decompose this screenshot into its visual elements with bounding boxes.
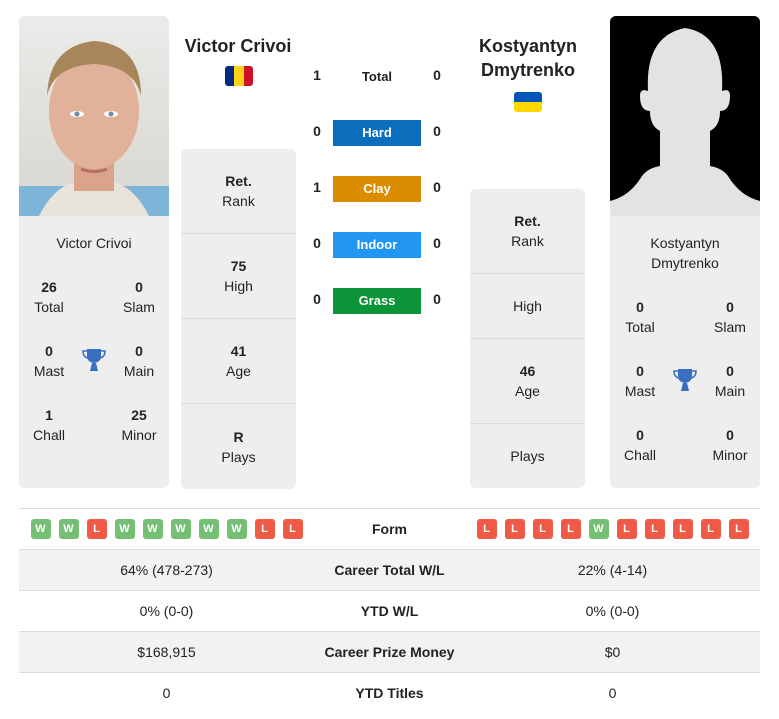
ukraine-flag-icon (514, 92, 542, 112)
player1-high: 75 High (181, 234, 296, 319)
player1-titles-mast: 0 Mast (33, 343, 65, 379)
player2-form-badge-loss[interactable]: L (560, 519, 581, 539)
player1-form-badge-loss[interactable]: L (254, 519, 275, 539)
player1-card: Victor Crivoi 26 Total 0 Slam 0 Mast 0 M… (19, 16, 169, 488)
player2-form-badge-loss[interactable]: L (644, 519, 665, 539)
player1-name-link[interactable]: Victor Crivoi (178, 34, 298, 58)
player2-form-badge-win[interactable]: W (588, 519, 609, 539)
player2-titles-minor: 0 Minor (712, 427, 748, 463)
player2-rank: Ret. Rank (470, 189, 585, 274)
table-row: 0 YTD Titles 0 (19, 672, 760, 713)
player1-titles-main: 0 Main (123, 343, 155, 379)
h2h-total-label: Total (361, 69, 393, 84)
player1-value: $168,915 (137, 644, 196, 660)
player2-titles-chall: 0 Chall (624, 427, 656, 463)
player2-info-card: Ret. Rank High 46 Age Plays (470, 189, 585, 488)
player1-form-badge-win[interactable]: W (170, 519, 191, 539)
h2h-total-p2: 0 (433, 67, 441, 83)
player2-value: 22% (4-14) (577, 562, 648, 578)
player2-titles-total: 0 Total (625, 299, 655, 335)
player2-titles-mast: 0 Mast (624, 363, 656, 399)
table-row: 64% (478-273) Career Total W/L 22% (4-14… (19, 549, 760, 590)
player2-age: 46 Age (470, 339, 585, 424)
player1-form-badge-win[interactable]: W (114, 519, 135, 539)
player2-name-link[interactable]: Kostyantyn Dmytrenko (463, 34, 593, 82)
player2-photo[interactable] (610, 16, 760, 216)
player2-value: 0 (608, 685, 617, 701)
player1-form: WWLWWWWWLL (19, 519, 314, 539)
avatar-silhouette-icon (610, 28, 760, 216)
player1-form-badge-loss[interactable]: L (282, 519, 303, 539)
player2-titles-slam: 0 Slam (714, 299, 746, 335)
player1-titles-total: 26 Total (34, 279, 64, 315)
player1-titles-chall: 1 Chall (33, 407, 65, 443)
romania-flag-icon (225, 66, 253, 86)
player1-value: 64% (478-273) (120, 562, 213, 578)
h2h-hard-p2: 0 (433, 123, 441, 139)
player2-high: High (470, 274, 585, 339)
player1-form-badge-loss[interactable]: L (86, 519, 107, 539)
player1-value: 0% (0-0) (139, 603, 194, 619)
player2-form-badge-loss[interactable]: L (616, 519, 637, 539)
row-label: Career Prize Money (324, 644, 455, 660)
player2-titles-main: 0 Main (714, 363, 746, 399)
h2h-clay-p2: 0 (433, 179, 441, 195)
player1-age: 41 Age (181, 319, 296, 404)
surface-clay-button[interactable]: Clay (333, 176, 421, 202)
player2-form-badge-loss[interactable]: L (476, 519, 497, 539)
h2h-clay-p1: 1 (313, 179, 321, 195)
h2h-grass-p1: 0 (313, 291, 321, 307)
player1-titles-minor: 25 Minor (121, 407, 157, 443)
row-label: YTD W/L (360, 603, 419, 619)
table-row: 0% (0-0) YTD W/L 0% (0-0) (19, 590, 760, 631)
h2h-indoor-p2: 0 (433, 235, 441, 251)
h2h-total-p1: 1 (313, 67, 321, 83)
player2-form-badge-loss[interactable]: L (504, 519, 525, 539)
row-label: Career Total W/L (334, 562, 445, 578)
player1-form-badge-win[interactable]: W (226, 519, 247, 539)
player2-card: Kostyantyn Dmytrenko 0 Total 0 Slam 0 Ma… (610, 16, 760, 488)
form-label: Form (372, 521, 407, 537)
h2h-indoor-p1: 0 (313, 235, 321, 251)
player1-rank: Ret. Rank (181, 149, 296, 234)
surface-hard-button[interactable]: Hard (333, 120, 421, 146)
player2-value: 0% (0-0) (585, 603, 640, 619)
player2-card-name: Kostyantyn Dmytrenko (650, 235, 720, 271)
table-row: $168,915 Career Prize Money $0 (19, 631, 760, 672)
player2-form-badge-loss[interactable]: L (700, 519, 721, 539)
player1-titles-slam: 0 Slam (123, 279, 155, 315)
player1-info-card: Ret. Rank 75 High 41 Age R Plays (181, 149, 296, 489)
player1-form-badge-win[interactable]: W (142, 519, 163, 539)
player1-portrait-icon (19, 41, 169, 216)
player1-photo[interactable] (19, 16, 169, 216)
player1-card-name: Victor Crivoi (56, 235, 132, 251)
row-label: YTD Titles (355, 685, 424, 701)
player2-plays: Plays (510, 448, 545, 464)
player2-form-badge-loss[interactable]: L (532, 519, 553, 539)
player1-form-badge-win[interactable]: W (30, 519, 51, 539)
player2-form-badge-loss[interactable]: L (728, 519, 749, 539)
player2-value: $0 (604, 644, 621, 660)
h2h-hard-p1: 0 (313, 123, 321, 139)
player1-form-badge-win[interactable]: W (58, 519, 79, 539)
player2-form: LLLLWLLLLL (465, 519, 760, 539)
comparison-table: WWLWWWWWLL Form LLLLWLLLLL 64% (478-273)… (19, 508, 760, 713)
surface-indoor-button[interactable]: Indoor (333, 232, 421, 258)
surface-grass-button[interactable]: Grass (333, 288, 421, 314)
h2h-grass-p2: 0 (433, 291, 441, 307)
player1-value: 0 (162, 685, 171, 701)
player1-plays: R Plays (221, 428, 256, 465)
player2-form-badge-loss[interactable]: L (672, 519, 693, 539)
form-row: WWLWWWWWLL Form LLLLWLLLLL (19, 508, 760, 549)
player1-form-badge-win[interactable]: W (198, 519, 219, 539)
